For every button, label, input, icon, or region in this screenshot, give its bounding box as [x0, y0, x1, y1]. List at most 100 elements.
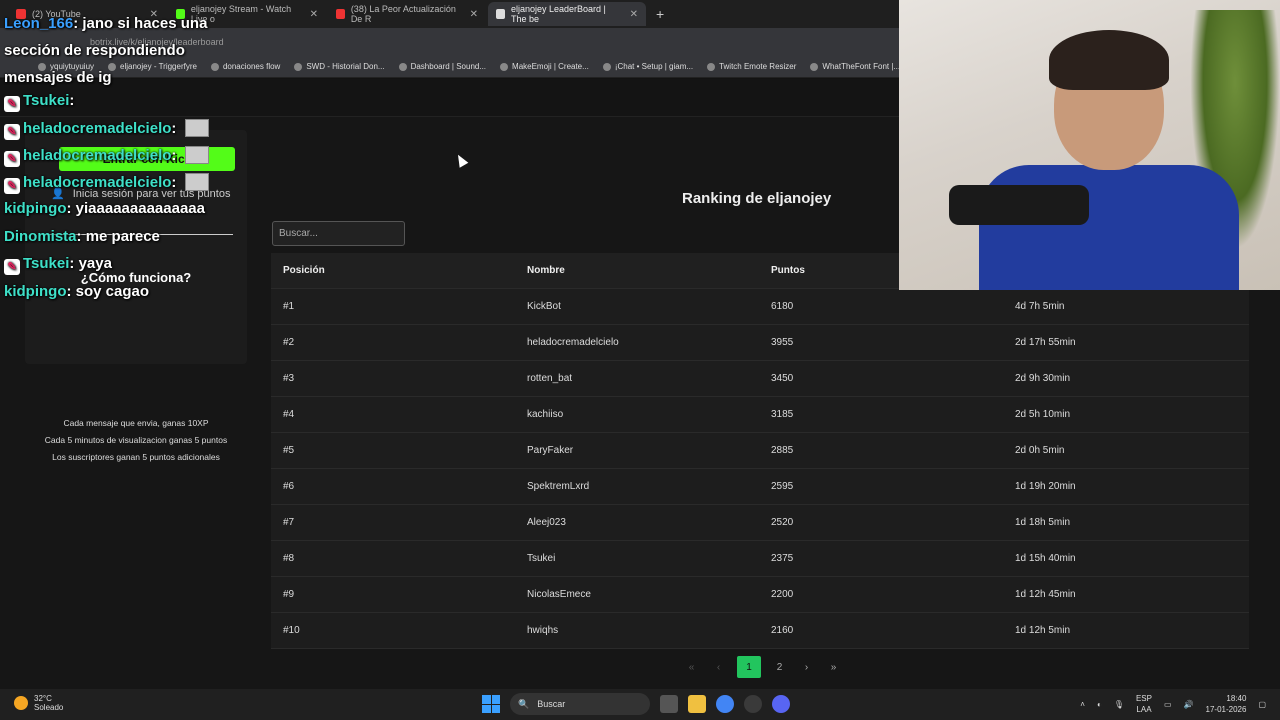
bookmark-icon	[294, 62, 303, 71]
bookmark-icon	[500, 62, 509, 71]
table-row: #3 rotten_bat 3450 2d 9h 30min	[271, 361, 1249, 397]
badge-icon: ✎	[4, 96, 20, 112]
chrome-icon[interactable]	[716, 695, 734, 713]
bookmark-item[interactable]: Dashboard | Sound...	[398, 62, 486, 71]
notification-icon[interactable]: ▢	[1258, 700, 1266, 709]
close-tab-icon[interactable]: ✕	[310, 9, 318, 20]
bookmark-item[interactable]: WhatTheFont Font |...	[810, 62, 900, 71]
badge-icon: ✎	[4, 259, 20, 275]
first-page-icon[interactable]: «	[683, 656, 700, 678]
cell-name: NicolasEmece	[527, 589, 591, 600]
cell-watchtime: 1d 15h 40min	[1015, 553, 1076, 564]
cell-points: 2885	[771, 445, 794, 456]
bookmark-item[interactable]: MakeEmoji | Create...	[500, 62, 589, 71]
pagination: « ‹ 1 2 › »	[683, 656, 842, 678]
network-icon[interactable]: ◐	[1097, 700, 1102, 709]
cell-points: 6180	[771, 301, 794, 312]
bookmark-item[interactable]: SWD - Historial Don...	[294, 62, 385, 71]
last-page-icon[interactable]: »	[825, 656, 842, 678]
how-line: Cada mensaje que envia, ganas 10XP	[63, 418, 209, 428]
cell-points: 3185	[771, 409, 794, 420]
cell-watchtime: 2d 17h 55min	[1015, 337, 1076, 348]
bookmark-item[interactable]: ¡Chat • Setup | giam...	[602, 62, 693, 71]
prev-page-icon[interactable]: ‹	[710, 656, 727, 678]
chat-username: Tsukei	[23, 255, 70, 272]
new-tab-button[interactable]: +	[648, 6, 672, 22]
cell-watchtime: 2d 0h 5min	[1015, 445, 1065, 456]
streamer-image	[949, 25, 1249, 290]
table-row: #1 KickBot 6180 4d 7h 5min	[271, 289, 1249, 325]
cell-name: kachiiso	[527, 409, 564, 420]
taskbar-search[interactable]: 🔍 Buscar	[510, 693, 650, 715]
chat-username: heladocremadelcielo	[23, 147, 172, 164]
chat-text: soy cagao	[75, 283, 150, 300]
ranking-title: Ranking de eljanojey	[682, 190, 832, 207]
search-input[interactable]	[272, 221, 405, 246]
cell-position: #9	[283, 589, 295, 600]
header-position[interactable]: Posición	[271, 265, 515, 276]
cell-watchtime: 1d 19h 20min	[1015, 481, 1076, 492]
tab-title: eljanojey LeaderBoard | The be	[510, 4, 606, 24]
cell-name: hwiqhs	[527, 625, 559, 636]
how-line: Cada 5 minutos de visualizacion ganas 5 …	[44, 435, 228, 445]
chat-message: Dinomista: me parece	[4, 228, 160, 245]
cell-position: #1	[283, 301, 295, 312]
cell-name: ParyFaker	[527, 445, 574, 456]
chat-message: ✎ heladocremadelcielo:	[4, 173, 209, 194]
header-name[interactable]: Nombre	[515, 265, 759, 276]
bookmark-item[interactable]: Twitch Emote Resizer	[707, 62, 796, 71]
close-tab-icon[interactable]: ✕	[630, 9, 638, 20]
badge-icon: ✎	[4, 151, 20, 167]
app-icon[interactable]	[744, 695, 762, 713]
chat-username: Dinomista	[4, 228, 77, 245]
table-row: #6 SpektremLxrd 2595 1d 19h 20min	[271, 469, 1249, 505]
volume-icon[interactable]: 🔊	[1184, 700, 1194, 709]
display-icon[interactable]: ▭	[1164, 700, 1172, 709]
emote-image	[184, 119, 209, 137]
language-indicator[interactable]: ESP LAA	[1136, 693, 1152, 715]
chat-username: kidpingo	[4, 200, 67, 217]
chat-username: Leon_166	[4, 15, 74, 32]
cell-position: #2	[283, 337, 295, 348]
weather-label: Soleado	[34, 703, 64, 712]
chat-text: yiaaaaaaaaaaaaaa	[75, 200, 205, 217]
cell-position: #6	[283, 481, 295, 492]
table-row: #10 hwiqhs 2160 1d 12h 5min	[271, 613, 1249, 649]
chevron-up-icon[interactable]: ˄	[1080, 700, 1085, 709]
chat-message: ✎ heladocremadelcielo:	[4, 119, 209, 140]
clock[interactable]: 18:40 17-01-2026	[1206, 693, 1247, 715]
sun-icon	[14, 696, 28, 710]
windows-start-icon[interactable]	[482, 695, 500, 713]
emote-image	[184, 146, 209, 164]
chat-message: ✎ Tsukei:	[4, 92, 74, 112]
webcam-overlay	[899, 0, 1280, 290]
cell-position: #7	[283, 517, 295, 528]
tab-leaderboard[interactable]: eljanojey LeaderBoard | The be ✕	[488, 2, 646, 26]
file-explorer-icon[interactable]	[688, 695, 706, 713]
cell-watchtime: 1d 12h 5min	[1015, 625, 1071, 636]
task-view-icon[interactable]	[660, 695, 678, 713]
search-icon: 🔍	[518, 698, 530, 709]
page-1-button[interactable]: 1	[737, 656, 761, 678]
cell-points: 3450	[771, 373, 794, 384]
discord-icon[interactable]	[772, 695, 790, 713]
close-tab-icon[interactable]: ✕	[470, 9, 478, 20]
weather-widget[interactable]: 32°C Soleado	[14, 694, 63, 712]
cell-position: #4	[283, 409, 295, 420]
chat-username: kidpingo	[4, 283, 67, 300]
mic-icon[interactable]: 🎙	[1114, 700, 1124, 709]
botrix-icon	[496, 9, 505, 19]
cell-name: rotten_bat	[527, 373, 573, 384]
chat-username: heladocremadelcielo	[23, 120, 172, 137]
how-line: Los suscriptores ganan 5 puntos adiciona…	[52, 452, 220, 462]
youtube-icon	[336, 9, 345, 19]
next-page-icon[interactable]: ›	[798, 656, 815, 678]
cell-name: KickBot	[527, 301, 561, 312]
chat-username: Tsukei	[23, 92, 70, 109]
temperature: 32°C	[34, 694, 52, 703]
tab-youtube-video[interactable]: (38) La Peor Actualización De R ✕	[328, 2, 486, 26]
cell-points: 2375	[771, 553, 794, 564]
page-2-button[interactable]: 2	[771, 656, 788, 678]
system-tray: ˄ ◐ 🎙 ESP LAA ▭ 🔊 18:40 17-01-2026 ▢	[1080, 693, 1266, 715]
chat-username: heladocremadelcielo	[23, 174, 172, 191]
